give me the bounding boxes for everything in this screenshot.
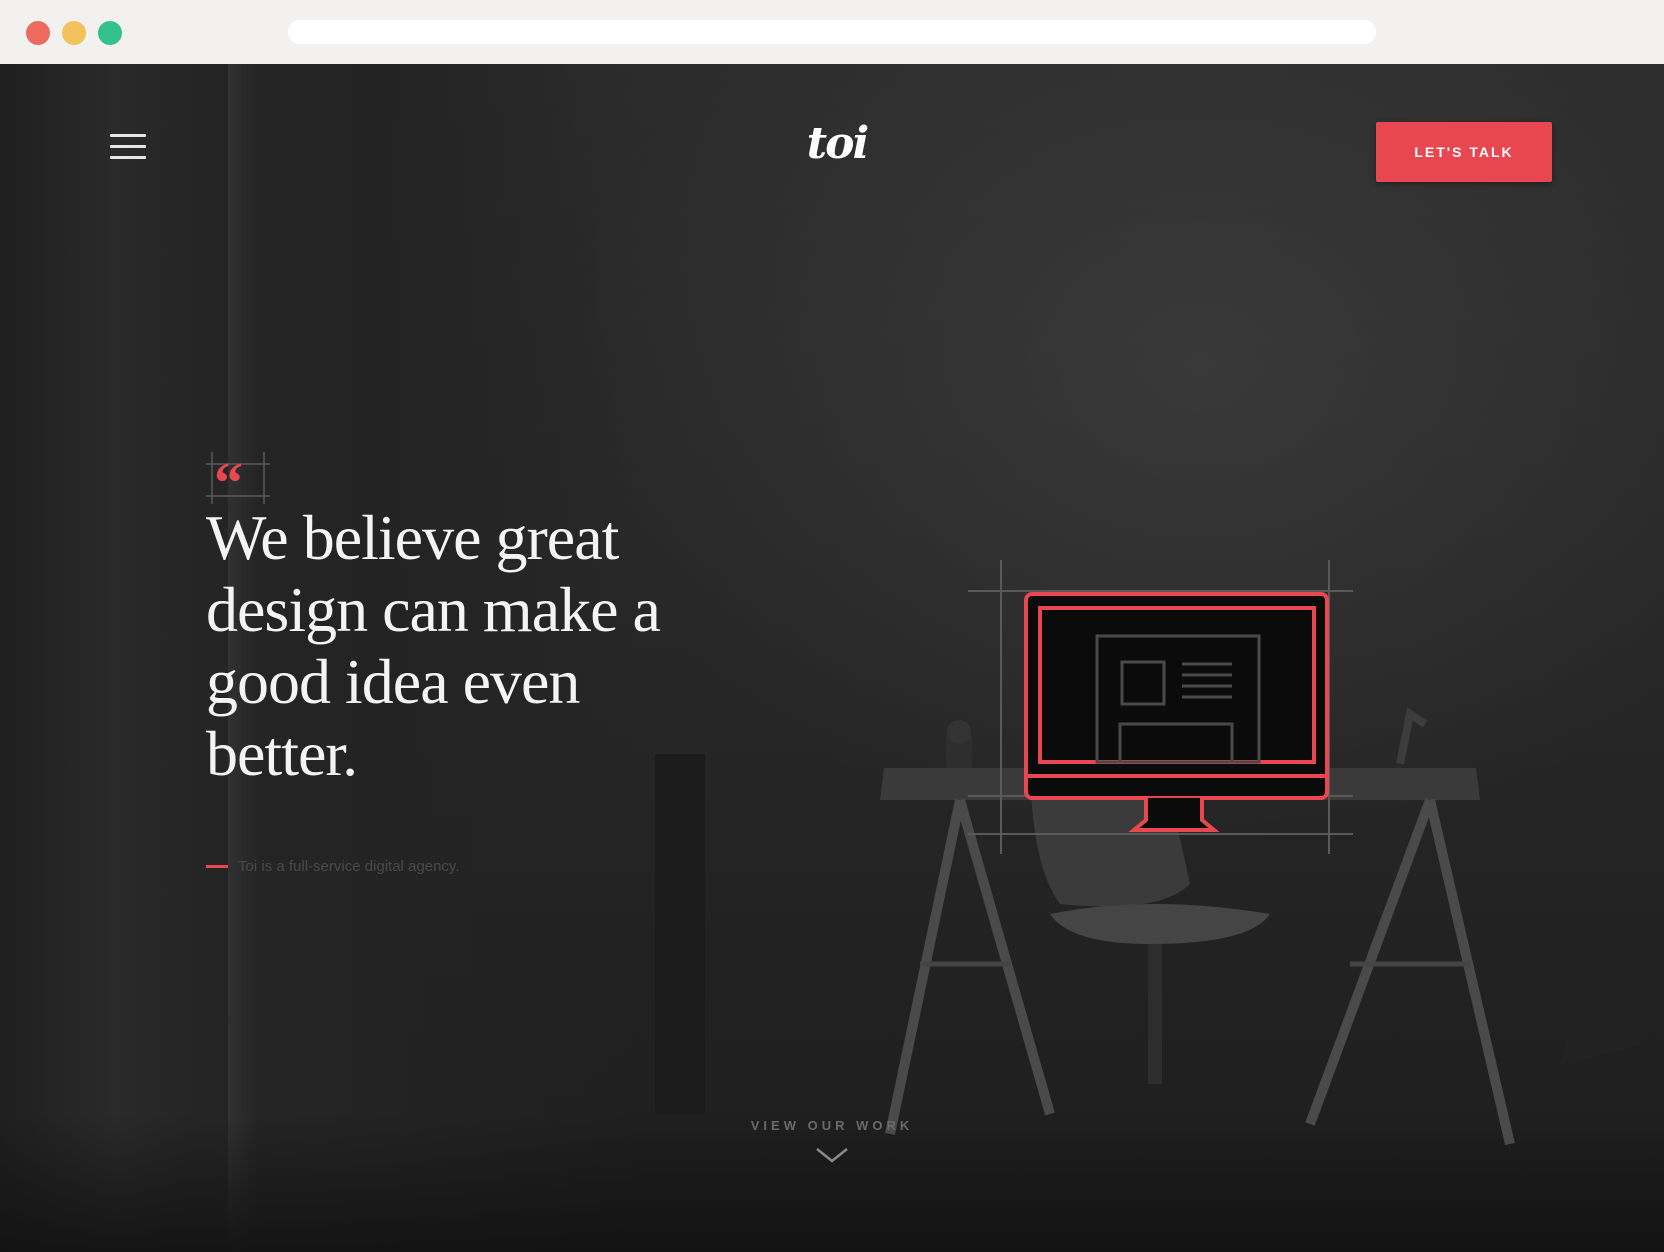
lets-talk-button[interactable]: LET'S TALK (1376, 122, 1552, 182)
chair-seat (1050, 904, 1270, 944)
hamburger-menu-icon[interactable] (110, 134, 146, 160)
desk-lamp (1396, 707, 1428, 765)
monitor-illustration-icon (1024, 592, 1329, 832)
brand-logo[interactable]: toi (792, 114, 882, 174)
desk-plant (947, 720, 971, 744)
maximize-window-dot[interactable] (98, 21, 122, 45)
minimize-window-dot[interactable] (62, 21, 86, 45)
svg-text:“: “ (214, 452, 243, 504)
quotation-mark-icon: “ (206, 452, 270, 504)
tagline-dash (206, 864, 228, 868)
desk-legs (885, 798, 1515, 1146)
floor-plant (1560, 954, 1640, 1064)
close-window-dot[interactable] (26, 21, 50, 45)
view-our-work-link[interactable]: VIEW OUR WORK (732, 1118, 932, 1133)
browser-chrome (0, 0, 1664, 64)
tagline-text: Toi is a full-service digital agency. (238, 857, 460, 875)
address-bar[interactable] (288, 20, 1376, 44)
hero-headline: We believe great design can make a good … (206, 502, 661, 789)
hero-tagline: Toi is a full-service digital agency. (206, 856, 459, 876)
chevron-down-icon[interactable] (815, 1146, 849, 1164)
hero-section: toi LET'S TALK “ We believe great design… (0, 64, 1664, 1252)
